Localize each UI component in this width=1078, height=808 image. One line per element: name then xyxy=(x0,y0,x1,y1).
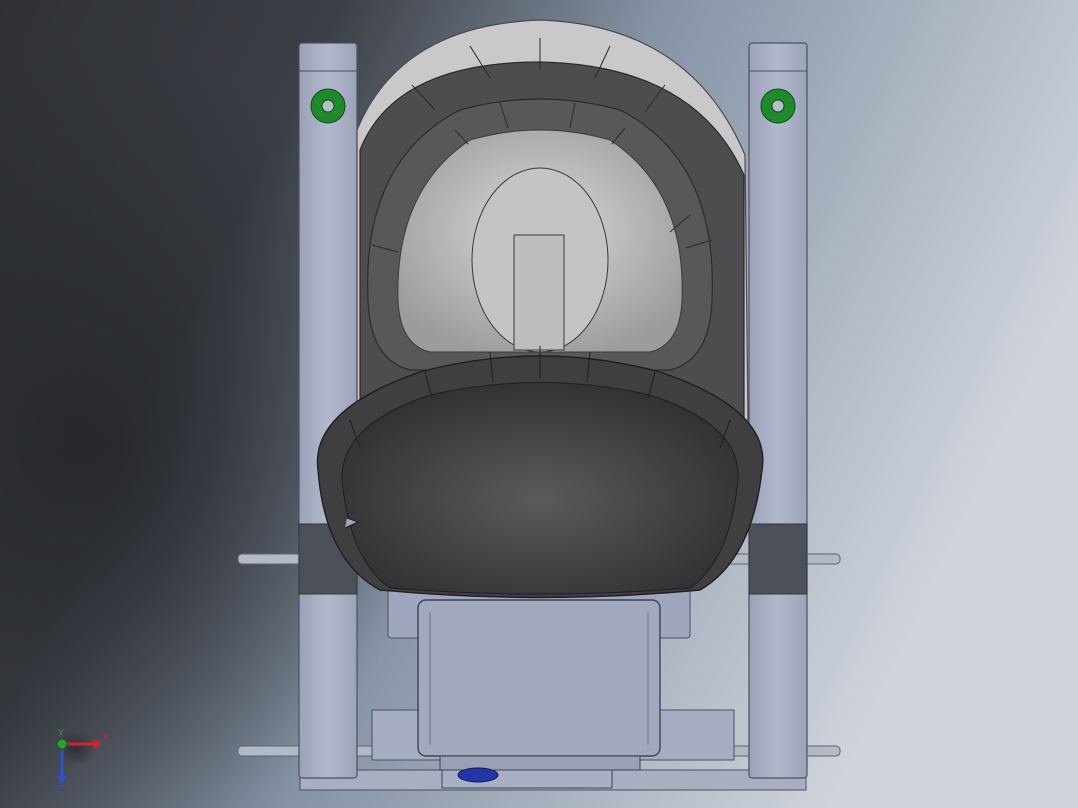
right-hole xyxy=(771,99,785,113)
y-axis-marker xyxy=(56,738,68,750)
x-axis-label: X xyxy=(102,732,109,743)
seat-cushion-top[interactable] xyxy=(341,382,739,595)
seat-base-block[interactable] xyxy=(417,599,661,757)
right-frame-bracket[interactable] xyxy=(748,523,808,595)
backrest-slot[interactable] xyxy=(513,234,565,351)
right-frame[interactable] xyxy=(748,42,808,779)
z-axis-label: Z xyxy=(57,784,64,792)
y-axis-label: Y xyxy=(57,728,65,739)
left-hole xyxy=(321,99,335,113)
z-axis-head xyxy=(57,776,67,784)
cad-viewport[interactable]: X Y Z xyxy=(0,0,1078,808)
fastener-knob[interactable] xyxy=(457,767,499,783)
orientation-triad[interactable]: X Y Z xyxy=(48,728,118,792)
cad-model-scene[interactable] xyxy=(0,0,1078,808)
x-axis-head xyxy=(94,739,102,749)
